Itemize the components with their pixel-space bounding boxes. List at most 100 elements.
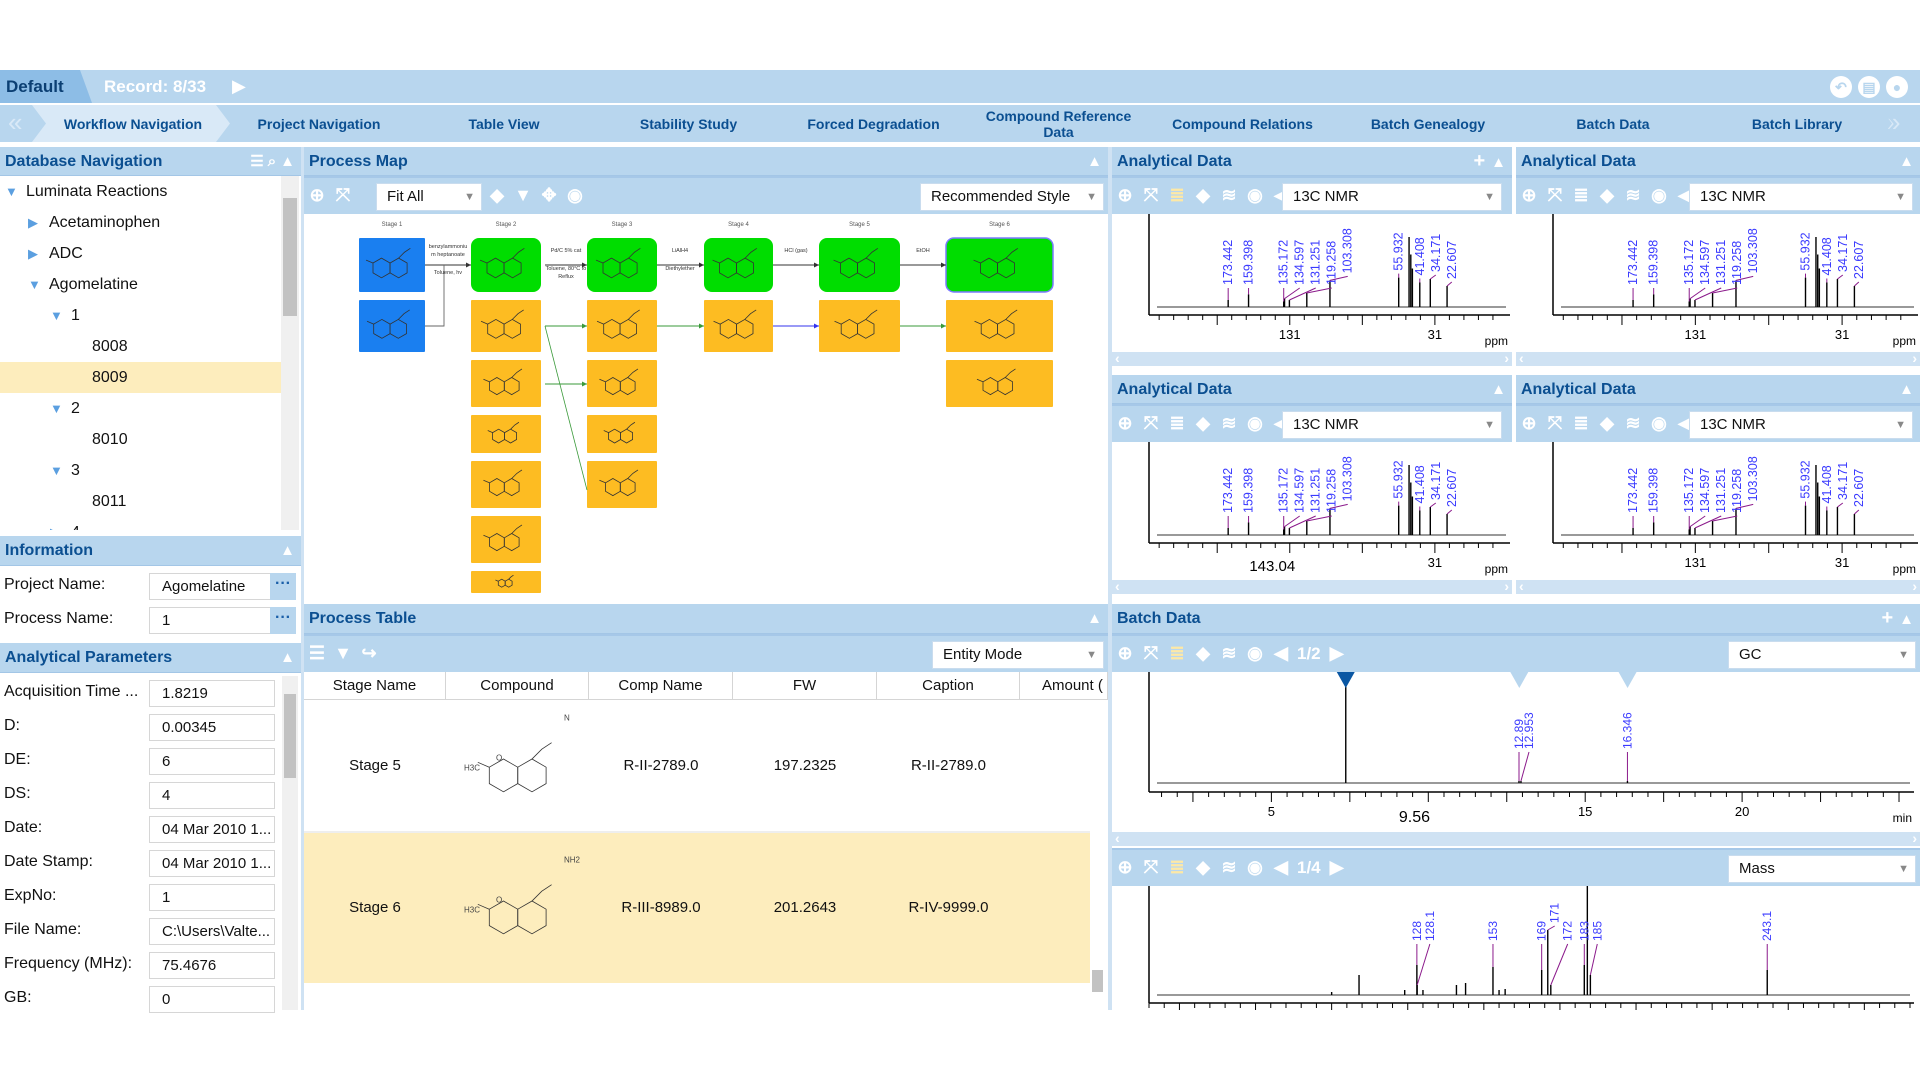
scroll-left-icon[interactable]: ‹ bbox=[1115, 578, 1120, 594]
column-header[interactable]: Amount ( bbox=[1020, 672, 1108, 699]
horizontal-scrollbar[interactable]: ‹ › bbox=[1112, 578, 1512, 594]
tree-item[interactable]: ▶4 bbox=[0, 517, 281, 530]
param-value[interactable]: 4 bbox=[149, 782, 275, 809]
zoom-in-icon[interactable]: ⊕ bbox=[1112, 406, 1138, 440]
tree-item[interactable]: 8009 bbox=[0, 362, 281, 393]
document-icon[interactable]: ≣ bbox=[1164, 406, 1190, 440]
collapsed-arrow-icon[interactable]: ▶ bbox=[28, 238, 38, 269]
nmr-spectrum-plot[interactable]: 173.442 159.398 135.172 134.597 131.251 119.2… bbox=[1112, 214, 1512, 352]
tab-stability-study[interactable]: Stability Study bbox=[590, 105, 783, 142]
params-scrollbar[interactable] bbox=[282, 676, 298, 1010]
tag-icon[interactable]: ◆ bbox=[484, 178, 510, 212]
fit-icon[interactable]: ⤧ bbox=[330, 178, 356, 212]
column-header[interactable]: Comp Name bbox=[589, 672, 733, 699]
horizontal-scrollbar[interactable]: ‹ › bbox=[1516, 350, 1920, 366]
process-map-canvas[interactable]: Stage 1 Stage 2 Stage 3 Stage 4 Stage 5 Stage… bbox=[304, 214, 1108, 600]
param-value[interactable]: 1.8219 bbox=[149, 680, 275, 707]
move-icon[interactable]: ✥ bbox=[536, 178, 562, 212]
scroll-left-icon[interactable]: ‹ bbox=[1115, 830, 1120, 846]
zoom-in-icon[interactable]: ⊕ bbox=[1112, 178, 1138, 212]
fit-icon[interactable]: ⤧ bbox=[1542, 406, 1568, 440]
tag-icon[interactable]: ◆ bbox=[1594, 178, 1620, 212]
scroll-thumb[interactable] bbox=[283, 198, 297, 316]
column-header[interactable]: Compound bbox=[446, 672, 589, 699]
zoom-in-icon[interactable]: ⊕ bbox=[304, 178, 330, 212]
compound-node-side[interactable] bbox=[471, 516, 541, 563]
collapse-icon[interactable]: ▲ bbox=[280, 536, 295, 565]
tree-item[interactable]: 8011 bbox=[0, 486, 281, 517]
tab-forced-degradation[interactable]: Forced Degradation bbox=[773, 105, 970, 142]
view-icon[interactable]: ◉ bbox=[1242, 850, 1268, 884]
technique-select[interactable]: 13C NMR ▼ bbox=[1689, 411, 1913, 439]
field-value[interactable]: 1 bbox=[149, 607, 271, 634]
nmr-spectrum-plot[interactable]: 173.442 159.398 135.172 134.597 131.251 119.2… bbox=[1516, 442, 1920, 580]
horizontal-scrollbar[interactable]: ‹ › bbox=[1112, 830, 1920, 846]
fit-icon[interactable]: ⤧ bbox=[1138, 178, 1164, 212]
param-value[interactable]: C:\Users\Valte... bbox=[149, 918, 275, 945]
view-icon[interactable]: ◉ bbox=[562, 178, 588, 212]
tab-batch-library[interactable]: Batch Library bbox=[1698, 105, 1892, 142]
tree-item[interactable]: ▶ ADC bbox=[0, 238, 281, 269]
compound-node-main[interactable] bbox=[471, 238, 541, 292]
view-icon[interactable]: ◉ bbox=[1646, 406, 1672, 440]
expanded-arrow-icon[interactable]: ▼ bbox=[50, 300, 63, 331]
fit-icon[interactable]: ⤧ bbox=[1542, 178, 1568, 212]
zoom-in-icon[interactable]: ⊕ bbox=[1112, 850, 1138, 884]
style-select[interactable]: Recommended Style ▼ bbox=[920, 183, 1104, 211]
compound-node-side[interactable] bbox=[946, 300, 1053, 352]
tree-item[interactable]: ▼ 2 bbox=[0, 393, 281, 424]
database-icon[interactable]: ☰ bbox=[304, 636, 330, 670]
tag-icon[interactable]: ◆ bbox=[1190, 850, 1216, 884]
db-nav-collapse-icon[interactable]: ▲ bbox=[280, 153, 295, 170]
scroll-right-icon[interactable]: › bbox=[1912, 578, 1917, 594]
scroll-thumb[interactable] bbox=[284, 694, 296, 778]
param-value[interactable]: 04 Mar 2010 1... bbox=[149, 816, 275, 843]
technique-select[interactable]: 13C NMR ▼ bbox=[1282, 183, 1502, 211]
tree-item[interactable]: ▼ Agomelatine bbox=[0, 269, 281, 300]
nmr-spectrum-plot[interactable]: 173.442 159.398 135.172 134.597 131.251 119.2… bbox=[1516, 214, 1920, 352]
next-page-icon[interactable]: ▶ bbox=[1324, 636, 1350, 670]
tree-item[interactable]: 8010 bbox=[0, 424, 281, 455]
document-icon[interactable]: ≣ bbox=[1164, 178, 1190, 212]
document-icon[interactable]: ≣ bbox=[1164, 636, 1190, 670]
fit-icon[interactable]: ⤧ bbox=[1138, 850, 1164, 884]
column-header[interactable]: Caption bbox=[877, 672, 1020, 699]
db-nav-list-icon[interactable]: ☰ bbox=[250, 153, 263, 170]
scroll-right-icon[interactable]: › bbox=[1912, 350, 1917, 366]
param-value[interactable]: 75.4676 bbox=[149, 952, 275, 979]
fit-icon[interactable]: ⤧ bbox=[1138, 636, 1164, 670]
compound-node-main[interactable] bbox=[587, 238, 657, 292]
compound-node-side[interactable] bbox=[471, 571, 541, 593]
document-icon[interactable]: ≣ bbox=[1568, 406, 1594, 440]
previous-page-icon[interactable]: ◀ bbox=[1268, 850, 1294, 884]
collapse-icon[interactable]: ▲ bbox=[1491, 381, 1506, 398]
collapse-icon[interactable]: ▲ bbox=[1899, 153, 1914, 170]
technique-select[interactable]: GC ▼ bbox=[1728, 641, 1916, 669]
tree-item[interactable]: 8008 bbox=[0, 331, 281, 362]
compound-node-side[interactable] bbox=[587, 415, 657, 453]
scroll-left-icon[interactable]: ‹ bbox=[1519, 578, 1524, 594]
zoom-in-icon[interactable]: ⊕ bbox=[1516, 406, 1542, 440]
tab-batch-data[interactable]: Batch Data bbox=[1514, 105, 1708, 142]
param-value[interactable]: 0.00345 bbox=[149, 714, 275, 741]
compound-node-side[interactable] bbox=[587, 360, 657, 407]
profile-label[interactable]: Default bbox=[0, 70, 92, 103]
fit-icon[interactable]: ⤧ bbox=[1138, 406, 1164, 440]
view-icon[interactable]: ◉ bbox=[1646, 178, 1672, 212]
tree-item[interactable]: ▼ Luminata Reactions bbox=[0, 176, 281, 207]
tag-icon[interactable]: ◆ bbox=[1594, 406, 1620, 440]
collapse-icon[interactable]: ▲ bbox=[280, 643, 295, 672]
view-icon[interactable]: ◉ bbox=[1242, 406, 1268, 440]
collapsed-arrow-icon[interactable]: ▶ bbox=[50, 517, 60, 530]
table-row[interactable]: Stage 6 H3C O NH2 R-III-8989.0 201.2643 R-IV-9… bbox=[304, 832, 1090, 983]
compound-node-side[interactable] bbox=[471, 300, 541, 352]
tab-batch-genealogy[interactable]: Batch Genealogy bbox=[1328, 105, 1524, 142]
zoom-in-icon[interactable]: ⊕ bbox=[1516, 178, 1542, 212]
layers-icon[interactable]: ≋ bbox=[1620, 178, 1646, 212]
tree-item[interactable]: ▶ Acetaminophen bbox=[0, 207, 281, 238]
filter-icon[interactable]: ▼ bbox=[330, 636, 356, 670]
collapsed-arrow-icon[interactable]: ▶ bbox=[28, 207, 38, 238]
add-icon[interactable]: + bbox=[1473, 150, 1485, 172]
column-header[interactable]: FW bbox=[733, 672, 877, 699]
column-header[interactable]: Stage Name bbox=[304, 672, 446, 699]
